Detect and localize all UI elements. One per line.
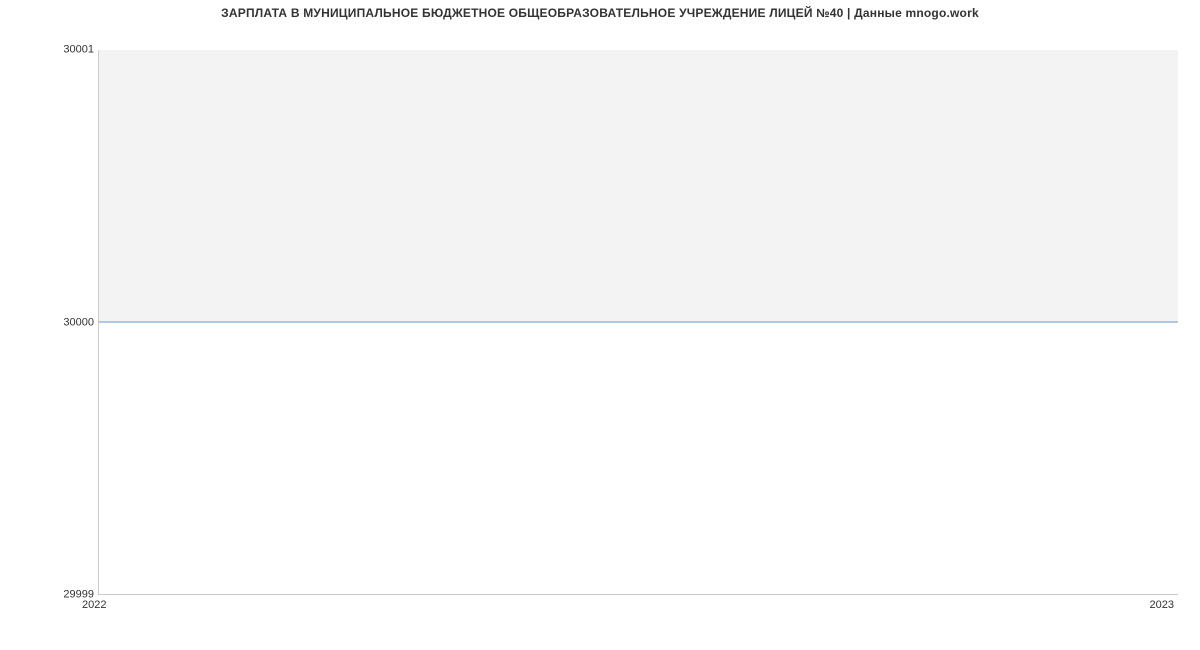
y-tick-label: 30001 xyxy=(4,45,94,56)
chart-title: ЗАРПЛАТА В МУНИЦИПАЛЬНОЕ БЮДЖЕТНОЕ ОБЩЕО… xyxy=(0,6,1200,20)
y-tick-label: 30000 xyxy=(4,317,94,328)
series-line xyxy=(99,322,1178,323)
area-fill xyxy=(99,50,1178,322)
chart-container: ЗАРПЛАТА В МУНИЦИПАЛЬНОЕ БЮДЖЕТНОЕ ОБЩЕО… xyxy=(0,0,1200,650)
x-tick-label: 2022 xyxy=(82,600,106,611)
y-tick-label: 29999 xyxy=(4,590,94,601)
x-tick-label: 2023 xyxy=(1150,600,1174,611)
plot-area xyxy=(98,50,1178,595)
